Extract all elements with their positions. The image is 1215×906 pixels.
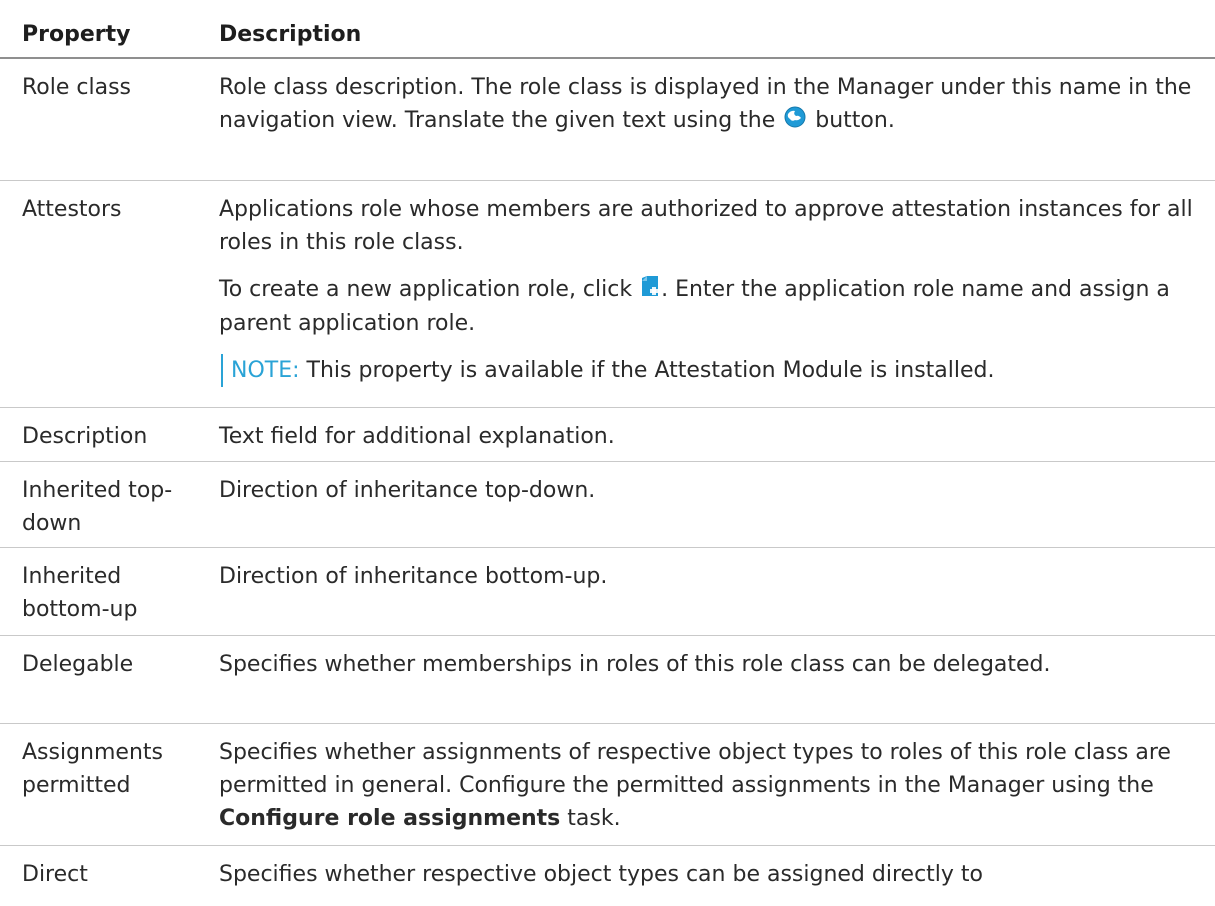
description-cell: Direction of inheritance bottom-up. bbox=[219, 564, 608, 589]
property-cell: Delegable bbox=[22, 652, 134, 677]
new-document-icon bbox=[641, 274, 659, 307]
description-text-end: task. bbox=[567, 806, 621, 831]
description-text: Specifies whether assignments of respect… bbox=[219, 740, 1171, 798]
description-text-end: button. bbox=[815, 108, 895, 133]
task-name: Configure role assignments bbox=[219, 806, 561, 831]
table-row-description: Description Text field for additional ex… bbox=[0, 408, 1215, 462]
property-cell: Direct bbox=[22, 862, 88, 887]
description-cell: Role class description. The role class i… bbox=[219, 71, 1215, 180]
note-text: This property is available if the Attest… bbox=[299, 357, 995, 383]
header-property: Property bbox=[22, 22, 131, 47]
table-row-inherited-bottom-up: Inherited bottom-up Direction of inherit… bbox=[0, 548, 1215, 636]
description-text: To create a new application role, click bbox=[219, 277, 633, 302]
property-cell: Attestors bbox=[22, 197, 122, 222]
description-paragraph: To create a new application role, click … bbox=[219, 273, 1209, 340]
description-cell: Specifies whether memberships in roles o… bbox=[219, 652, 1051, 677]
note-label: NOTE: bbox=[231, 357, 300, 383]
property-cell: Description bbox=[22, 424, 148, 449]
table-row-inherited-top-down: Inherited top-down Direction of inherita… bbox=[0, 462, 1215, 548]
table-row-delegable: Delegable Specifies whether memberships … bbox=[0, 636, 1215, 724]
globe-translate-icon bbox=[784, 105, 806, 138]
property-cell: Inherited top-down bbox=[22, 478, 173, 536]
description-cell: Text field for additional explanation. bbox=[219, 424, 615, 449]
description-paragraph: Applications role whose members are auth… bbox=[219, 197, 1193, 255]
table-row-assignments-permitted: Assignments permitted Specifies whether … bbox=[0, 724, 1215, 846]
table-row-role-class: Role class Role class description. The r… bbox=[0, 59, 1215, 181]
table-row-direct: Direct Specifies whether respective obje… bbox=[0, 846, 1215, 906]
table-header-row: Property Description bbox=[0, 0, 1215, 59]
description-cell: Direction of inheritance top-down. bbox=[219, 478, 596, 503]
description-cell: Applications role whose members are auth… bbox=[219, 193, 1215, 407]
properties-table: Property Description Role class Role cla… bbox=[0, 0, 1215, 906]
table-row-attestors: Attestors Applications role whose member… bbox=[0, 181, 1215, 408]
description-cell: Specifies whether assignments of respect… bbox=[219, 736, 1215, 845]
property-cell: Assignments permitted bbox=[22, 740, 163, 798]
property-cell: Role class bbox=[22, 75, 132, 100]
description-cell: Specifies whether respective object type… bbox=[219, 862, 983, 887]
description-text: Role class description. The role class i… bbox=[219, 75, 1192, 133]
note-callout: NOTE: This property is available if the … bbox=[221, 353, 1209, 387]
property-cell: Inherited bottom-up bbox=[22, 564, 138, 622]
header-description: Description bbox=[219, 22, 362, 47]
